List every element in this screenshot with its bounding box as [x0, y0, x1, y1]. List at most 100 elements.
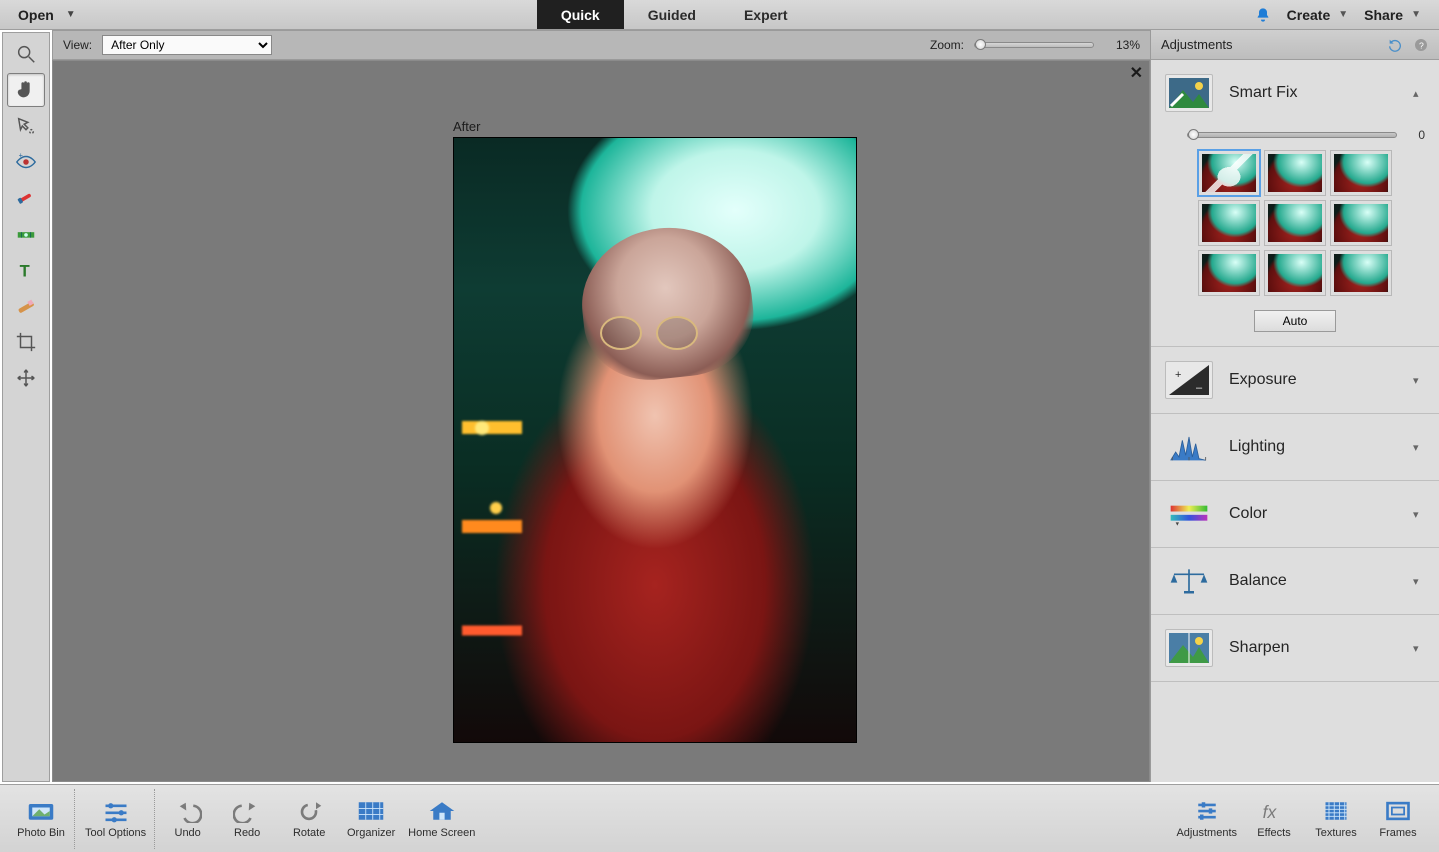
mode-label: Guided [648, 7, 696, 23]
zoom-slider[interactable] [974, 42, 1094, 48]
close-document-button[interactable]: ✕ [1130, 63, 1143, 83]
svg-text:+: + [1175, 369, 1181, 381]
mode-quick[interactable]: Quick [537, 0, 624, 29]
zoom-label: Zoom: [930, 38, 964, 52]
dropdown-caret-icon: ▼ [66, 9, 76, 20]
quick-select-tool[interactable] [7, 109, 45, 143]
redeye-tool[interactable]: + [7, 145, 45, 179]
preset-thumbnail[interactable] [1264, 150, 1326, 196]
task-label: Adjustments [1176, 827, 1237, 839]
top-menu-bar: Open ▼ Quick Guided Expert Create ▼ Shar… [0, 0, 1439, 30]
task-label: Redo [234, 827, 260, 839]
task-label: Effects [1257, 827, 1290, 839]
textures-tab[interactable]: Textures [1305, 789, 1367, 849]
preset-thumbnail[interactable] [1330, 250, 1392, 296]
lighting-icon [1165, 428, 1213, 466]
preset-thumbnail[interactable] [1198, 250, 1260, 296]
notifications-bell-icon[interactable] [1255, 7, 1271, 23]
lighting-section: Lighting ▾ [1151, 414, 1439, 481]
hand-tool[interactable] [7, 73, 45, 107]
document-image[interactable] [453, 137, 857, 743]
svg-text:?: ? [1419, 40, 1424, 50]
expand-chevron-icon[interactable]: ▾ [1413, 642, 1425, 655]
color-label: Color [1229, 505, 1397, 523]
color-icon [1165, 495, 1213, 533]
mode-label: Expert [744, 7, 788, 23]
smartfix-slider-value: 0 [1407, 128, 1425, 142]
organizer-button[interactable]: Organizer [340, 789, 402, 849]
undo-button[interactable]: Undo [154, 789, 216, 849]
rotate-button[interactable]: Rotate [278, 789, 340, 849]
panel-title: Adjustments [1161, 37, 1233, 52]
adjustments-tab[interactable]: Adjustments [1170, 789, 1243, 849]
task-label: Frames [1379, 827, 1416, 839]
expand-chevron-icon[interactable]: ▾ [1413, 575, 1425, 588]
options-bar: View: After Only Zoom: 13% [52, 30, 1150, 60]
smartfix-header[interactable]: Smart Fix ▴ [1151, 60, 1439, 126]
share-menu[interactable]: Share ▼ [1364, 7, 1421, 23]
mode-switcher: Quick Guided Expert [537, 0, 812, 29]
canvas-area[interactable]: ✕ After [52, 60, 1150, 782]
expand-chevron-icon[interactable]: ▾ [1413, 508, 1425, 521]
sharpen-header[interactable]: Sharpen ▾ [1151, 615, 1439, 681]
color-header[interactable]: Color ▾ [1151, 481, 1439, 547]
smartfix-slider[interactable]: 0 [1187, 128, 1425, 142]
expand-chevron-icon[interactable]: ▾ [1413, 374, 1425, 387]
svg-text:+: + [19, 151, 23, 159]
sharpen-label: Sharpen [1229, 639, 1397, 657]
effects-tab[interactable]: fx Effects [1243, 789, 1305, 849]
task-label: Organizer [347, 827, 395, 839]
tool-options-button[interactable]: Tool Options [74, 789, 152, 849]
text-tool[interactable]: T [7, 253, 45, 287]
home-screen-button[interactable]: Home Screen [402, 789, 481, 849]
smartfix-presets [1165, 150, 1425, 296]
view-select[interactable]: After Only [102, 35, 272, 55]
adjustments-panel: Adjustments ? Smart Fix ▴ 0 [1150, 30, 1439, 782]
whiten-teeth-tool[interactable] [7, 181, 45, 215]
slider-thumb-icon[interactable] [1188, 129, 1199, 140]
preset-thumbnail[interactable] [1198, 200, 1260, 246]
move-tool[interactable] [7, 361, 45, 395]
dropdown-caret-icon: ▼ [1338, 9, 1348, 20]
photo-bin-button[interactable]: Photo Bin [10, 789, 72, 849]
redo-button[interactable]: Redo [216, 789, 278, 849]
preset-thumbnail[interactable] [1264, 250, 1326, 296]
preset-thumbnail[interactable] [1330, 150, 1392, 196]
preset-thumbnail[interactable] [1198, 150, 1260, 196]
collapse-chevron-icon[interactable]: ▴ [1413, 87, 1425, 100]
adjustments-panel-header: Adjustments ? [1151, 30, 1439, 60]
exposure-header[interactable]: +– Exposure ▾ [1151, 347, 1439, 413]
preset-thumbnail[interactable] [1264, 200, 1326, 246]
balance-header[interactable]: Balance ▾ [1151, 548, 1439, 614]
smartfix-section: Smart Fix ▴ 0 Auto [1151, 60, 1439, 347]
straighten-tool[interactable] [7, 217, 45, 251]
lighting-header[interactable]: Lighting ▾ [1151, 414, 1439, 480]
task-label: Tool Options [85, 827, 146, 839]
exposure-icon: +– [1165, 361, 1213, 399]
smartfix-icon [1165, 74, 1213, 112]
sharpen-icon [1165, 629, 1213, 667]
open-menu[interactable]: Open ▼ [0, 0, 94, 29]
svg-text:T: T [20, 262, 30, 280]
balance-label: Balance [1229, 572, 1397, 590]
mode-guided[interactable]: Guided [624, 0, 720, 29]
spot-heal-tool[interactable] [7, 289, 45, 323]
mode-label: Quick [561, 7, 600, 23]
preset-thumbnail[interactable] [1330, 200, 1392, 246]
slider-thumb-icon[interactable] [975, 39, 986, 50]
after-label: After [453, 119, 480, 134]
frames-tab[interactable]: Frames [1367, 789, 1429, 849]
auto-button[interactable]: Auto [1254, 310, 1336, 332]
mode-expert[interactable]: Expert [720, 0, 812, 29]
task-label: Rotate [293, 827, 325, 839]
zoom-tool[interactable] [7, 37, 45, 71]
help-icon[interactable]: ? [1413, 37, 1429, 53]
smartfix-label: Smart Fix [1229, 84, 1397, 102]
expand-chevron-icon[interactable]: ▾ [1413, 441, 1425, 454]
create-menu[interactable]: Create ▼ [1287, 7, 1349, 23]
tool-strip: + T [2, 32, 50, 782]
task-label: Textures [1315, 827, 1357, 839]
crop-tool[interactable] [7, 325, 45, 359]
sharpen-section: Sharpen ▾ [1151, 615, 1439, 682]
reset-icon[interactable] [1387, 37, 1403, 53]
